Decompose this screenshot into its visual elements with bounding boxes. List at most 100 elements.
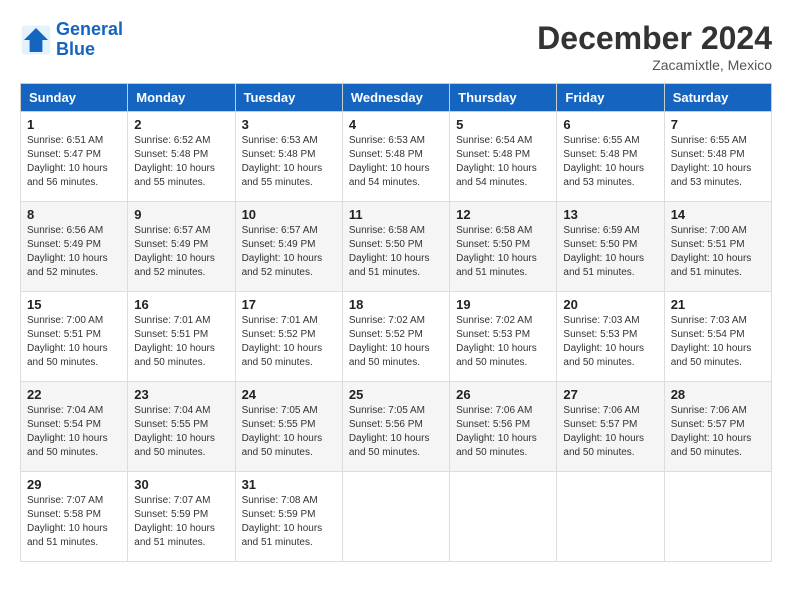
calendar-cell: 16 Sunrise: 7:01 AM Sunset: 5:51 PM Dayl… (128, 292, 235, 382)
day-number: 7 (671, 117, 765, 132)
day-number: 31 (242, 477, 336, 492)
weekday-header: Monday (128, 84, 235, 112)
calendar-cell: 12 Sunrise: 6:58 AM Sunset: 5:50 PM Dayl… (450, 202, 557, 292)
calendar-week-row: 22 Sunrise: 7:04 AM Sunset: 5:54 PM Dayl… (21, 382, 772, 472)
calendar-cell: 3 Sunrise: 6:53 AM Sunset: 5:48 PM Dayli… (235, 112, 342, 202)
weekday-header: Tuesday (235, 84, 342, 112)
day-info: Sunrise: 7:06 AM Sunset: 5:57 PM Dayligh… (563, 404, 657, 460)
day-number: 16 (134, 297, 228, 312)
calendar-cell: 11 Sunrise: 6:58 AM Sunset: 5:50 PM Dayl… (342, 202, 449, 292)
day-number: 22 (27, 387, 121, 402)
calendar-cell: 19 Sunrise: 7:02 AM Sunset: 5:53 PM Dayl… (450, 292, 557, 382)
day-number: 30 (134, 477, 228, 492)
logo-line2: Blue (56, 39, 95, 59)
header: General Blue December 2024 Zacamixtle, M… (20, 20, 772, 73)
day-number: 25 (349, 387, 443, 402)
day-number: 27 (563, 387, 657, 402)
day-number: 2 (134, 117, 228, 132)
weekday-header: Wednesday (342, 84, 449, 112)
day-number: 3 (242, 117, 336, 132)
calendar-cell: 18 Sunrise: 7:02 AM Sunset: 5:52 PM Dayl… (342, 292, 449, 382)
day-info: Sunrise: 6:55 AM Sunset: 5:48 PM Dayligh… (563, 134, 657, 190)
day-info: Sunrise: 6:52 AM Sunset: 5:48 PM Dayligh… (134, 134, 228, 190)
day-number: 21 (671, 297, 765, 312)
day-info: Sunrise: 6:57 AM Sunset: 5:49 PM Dayligh… (134, 224, 228, 280)
calendar-cell: 17 Sunrise: 7:01 AM Sunset: 5:52 PM Dayl… (235, 292, 342, 382)
day-info: Sunrise: 7:03 AM Sunset: 5:54 PM Dayligh… (671, 314, 765, 370)
day-number: 12 (456, 207, 550, 222)
day-number: 28 (671, 387, 765, 402)
calendar-cell: 2 Sunrise: 6:52 AM Sunset: 5:48 PM Dayli… (128, 112, 235, 202)
day-info: Sunrise: 7:03 AM Sunset: 5:53 PM Dayligh… (563, 314, 657, 370)
day-number: 4 (349, 117, 443, 132)
logo: General Blue (20, 20, 123, 60)
title-area: December 2024 Zacamixtle, Mexico (537, 20, 772, 73)
day-number: 19 (456, 297, 550, 312)
calendar-cell: 26 Sunrise: 7:06 AM Sunset: 5:56 PM Dayl… (450, 382, 557, 472)
day-number: 11 (349, 207, 443, 222)
day-info: Sunrise: 7:02 AM Sunset: 5:53 PM Dayligh… (456, 314, 550, 370)
calendar-table: SundayMondayTuesdayWednesdayThursdayFrid… (20, 83, 772, 562)
day-info: Sunrise: 7:05 AM Sunset: 5:55 PM Dayligh… (242, 404, 336, 460)
calendar-cell: 23 Sunrise: 7:04 AM Sunset: 5:55 PM Dayl… (128, 382, 235, 472)
day-number: 14 (671, 207, 765, 222)
calendar-cell: 27 Sunrise: 7:06 AM Sunset: 5:57 PM Dayl… (557, 382, 664, 472)
day-number: 8 (27, 207, 121, 222)
calendar-cell: 4 Sunrise: 6:53 AM Sunset: 5:48 PM Dayli… (342, 112, 449, 202)
day-info: Sunrise: 6:58 AM Sunset: 5:50 PM Dayligh… (349, 224, 443, 280)
calendar-cell: 24 Sunrise: 7:05 AM Sunset: 5:55 PM Dayl… (235, 382, 342, 472)
calendar-cell: 15 Sunrise: 7:00 AM Sunset: 5:51 PM Dayl… (21, 292, 128, 382)
calendar-cell (450, 472, 557, 562)
calendar-week-row: 29 Sunrise: 7:07 AM Sunset: 5:58 PM Dayl… (21, 472, 772, 562)
day-number: 9 (134, 207, 228, 222)
day-info: Sunrise: 7:04 AM Sunset: 5:55 PM Dayligh… (134, 404, 228, 460)
day-info: Sunrise: 6:53 AM Sunset: 5:48 PM Dayligh… (349, 134, 443, 190)
logo-icon (20, 24, 52, 56)
day-number: 23 (134, 387, 228, 402)
day-number: 10 (242, 207, 336, 222)
month-title: December 2024 (537, 20, 772, 57)
day-info: Sunrise: 6:58 AM Sunset: 5:50 PM Dayligh… (456, 224, 550, 280)
day-number: 15 (27, 297, 121, 312)
day-info: Sunrise: 6:54 AM Sunset: 5:48 PM Dayligh… (456, 134, 550, 190)
day-number: 26 (456, 387, 550, 402)
weekday-header: Friday (557, 84, 664, 112)
location-title: Zacamixtle, Mexico (537, 57, 772, 73)
calendar-cell: 20 Sunrise: 7:03 AM Sunset: 5:53 PM Dayl… (557, 292, 664, 382)
day-number: 20 (563, 297, 657, 312)
day-info: Sunrise: 7:02 AM Sunset: 5:52 PM Dayligh… (349, 314, 443, 370)
calendar-week-row: 1 Sunrise: 6:51 AM Sunset: 5:47 PM Dayli… (21, 112, 772, 202)
day-number: 5 (456, 117, 550, 132)
calendar-cell (342, 472, 449, 562)
day-info: Sunrise: 7:00 AM Sunset: 5:51 PM Dayligh… (27, 314, 121, 370)
day-info: Sunrise: 7:05 AM Sunset: 5:56 PM Dayligh… (349, 404, 443, 460)
logo-text: General Blue (56, 20, 123, 60)
day-info: Sunrise: 7:07 AM Sunset: 5:58 PM Dayligh… (27, 494, 121, 550)
calendar-week-row: 8 Sunrise: 6:56 AM Sunset: 5:49 PM Dayli… (21, 202, 772, 292)
calendar-cell: 14 Sunrise: 7:00 AM Sunset: 5:51 PM Dayl… (664, 202, 771, 292)
day-info: Sunrise: 6:53 AM Sunset: 5:48 PM Dayligh… (242, 134, 336, 190)
day-info: Sunrise: 7:08 AM Sunset: 5:59 PM Dayligh… (242, 494, 336, 550)
calendar-cell: 22 Sunrise: 7:04 AM Sunset: 5:54 PM Dayl… (21, 382, 128, 472)
day-info: Sunrise: 6:51 AM Sunset: 5:47 PM Dayligh… (27, 134, 121, 190)
weekday-header: Sunday (21, 84, 128, 112)
calendar-cell (664, 472, 771, 562)
day-number: 24 (242, 387, 336, 402)
calendar-cell: 9 Sunrise: 6:57 AM Sunset: 5:49 PM Dayli… (128, 202, 235, 292)
day-info: Sunrise: 7:06 AM Sunset: 5:57 PM Dayligh… (671, 404, 765, 460)
day-info: Sunrise: 7:04 AM Sunset: 5:54 PM Dayligh… (27, 404, 121, 460)
calendar-cell: 1 Sunrise: 6:51 AM Sunset: 5:47 PM Dayli… (21, 112, 128, 202)
day-info: Sunrise: 7:01 AM Sunset: 5:52 PM Dayligh… (242, 314, 336, 370)
calendar-week-row: 15 Sunrise: 7:00 AM Sunset: 5:51 PM Dayl… (21, 292, 772, 382)
weekday-header: Saturday (664, 84, 771, 112)
day-number: 1 (27, 117, 121, 132)
day-number: 17 (242, 297, 336, 312)
day-number: 29 (27, 477, 121, 492)
day-number: 13 (563, 207, 657, 222)
weekday-header: Thursday (450, 84, 557, 112)
day-info: Sunrise: 6:57 AM Sunset: 5:49 PM Dayligh… (242, 224, 336, 280)
calendar-cell: 29 Sunrise: 7:07 AM Sunset: 5:58 PM Dayl… (21, 472, 128, 562)
day-info: Sunrise: 6:56 AM Sunset: 5:49 PM Dayligh… (27, 224, 121, 280)
day-info: Sunrise: 7:01 AM Sunset: 5:51 PM Dayligh… (134, 314, 228, 370)
day-number: 6 (563, 117, 657, 132)
